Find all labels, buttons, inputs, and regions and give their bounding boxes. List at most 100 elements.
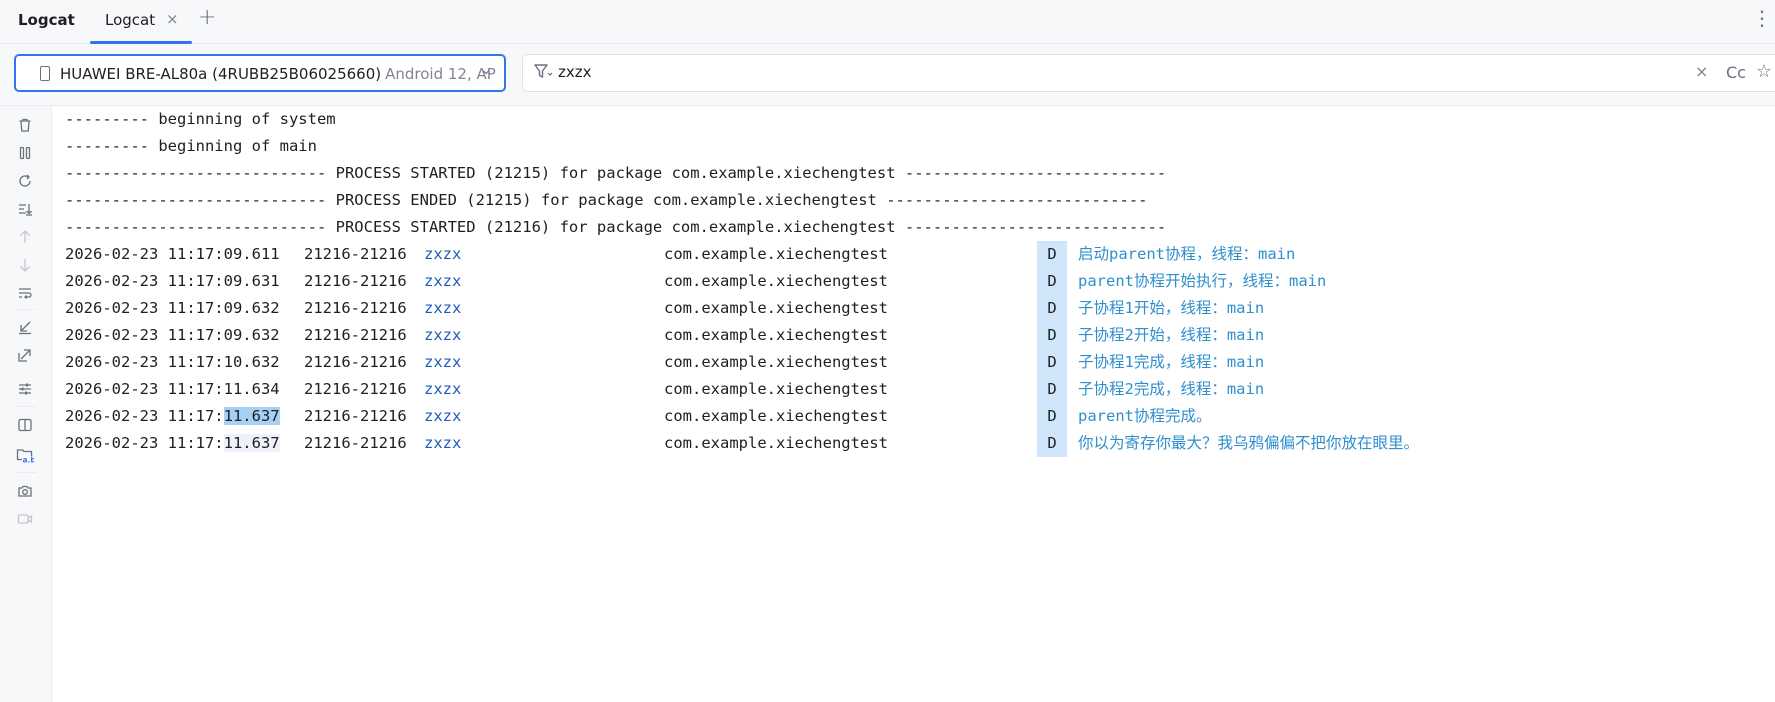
log-header-line: --------- beginning of main xyxy=(65,137,317,155)
log-package: com.example.xiechengtest xyxy=(664,245,888,263)
log-row[interactable]: 2026-02-23 11:17:11.637 21216-21216 zxzx… xyxy=(65,403,1765,430)
log-row[interactable]: 2026-02-23 11:17:10.632 21216-21216 zxzx… xyxy=(65,349,1765,376)
log-pid: 21216-21216 xyxy=(304,434,407,452)
filter-query[interactable]: zxzx xyxy=(558,63,592,81)
log-package: com.example.xiechengtest xyxy=(664,353,888,371)
log-pid: 21216-21216 xyxy=(304,407,407,425)
soft-wrap-icon[interactable] xyxy=(14,282,36,304)
log-timestamp: 2026-02-23 11:17:11.637 xyxy=(65,434,280,452)
sidebar-divider xyxy=(14,406,36,407)
log-message: 子协程2开始，线程：main xyxy=(1078,326,1265,344)
log-level-badge: D xyxy=(1037,403,1067,430)
log-row[interactable]: 2026-02-23 11:17:09.631 21216-21216 zxzx… xyxy=(65,268,1765,295)
log-message: 子协程1完成，线程：main xyxy=(1078,353,1265,371)
log-timestamp: 2026-02-23 11:17:09.611 xyxy=(65,245,280,263)
log-tag: zxzx xyxy=(424,299,462,317)
folder-regex-icon[interactable]: a.b xyxy=(14,444,36,466)
log-tag: zxzx xyxy=(424,380,462,398)
log-header-line: ---------------------------- PROCESS END… xyxy=(65,191,1148,209)
log-tag: zxzx xyxy=(424,245,462,263)
log-level-badge: D xyxy=(1037,376,1067,403)
log-pid: 21216-21216 xyxy=(304,299,407,317)
log-message: 启动parent协程，线程：main xyxy=(1078,245,1296,263)
screen-record-icon[interactable] xyxy=(14,508,36,530)
log-row[interactable]: 2026-02-23 11:17:11.634 21216-21216 zxzx… xyxy=(65,376,1765,403)
tool-window-header: Logcat Logcat × + ⋮ xyxy=(0,0,1775,44)
chevron-down-icon: ⌄ xyxy=(480,62,492,78)
filter-input[interactable]: zxzx × Cc ☆ xyxy=(522,54,1775,92)
log-level-badge: D xyxy=(1037,322,1067,349)
log-tag: zxzx xyxy=(424,353,462,371)
log-message: parent协程开始执行，线程：main xyxy=(1078,272,1327,290)
log-message: parent协程完成。 xyxy=(1078,407,1212,425)
scroll-to-end-icon[interactable] xyxy=(14,198,36,220)
device-selector[interactable]: HUAWEI BRE-AL80a (4RUBB25B06025660) Andro… xyxy=(14,54,506,92)
log-message: 子协程1开始，线程：main xyxy=(1078,299,1265,317)
svg-text:a.b: a.b xyxy=(23,456,35,465)
phone-icon xyxy=(40,66,50,81)
logcat-toolbar: HUAWEI BRE-AL80a (4RUBB25B06025660) Andro… xyxy=(0,44,1775,106)
log-package: com.example.xiechengtest xyxy=(664,380,888,398)
filter-icon[interactable] xyxy=(533,62,553,82)
log-tag: zxzx xyxy=(424,272,462,290)
log-level-badge: D xyxy=(1037,268,1067,295)
split-view-icon[interactable] xyxy=(14,414,36,436)
log-level-badge: D xyxy=(1037,241,1067,268)
tab-label: Logcat xyxy=(105,11,156,29)
restart-icon[interactable] xyxy=(14,170,36,192)
log-pid: 21216-21216 xyxy=(304,353,407,371)
log-package: com.example.xiechengtest xyxy=(664,272,888,290)
down-arrow-icon[interactable] xyxy=(14,254,36,276)
log-header-line: ---------------------------- PROCESS STA… xyxy=(65,218,1167,236)
log-timestamp: 2026-02-23 11:17:09.631 xyxy=(65,272,280,290)
favorite-filter-icon[interactable]: ☆ xyxy=(1756,61,1772,82)
log-timestamp: 2026-02-23 11:17:11.637 xyxy=(65,407,280,425)
import-icon[interactable] xyxy=(14,316,36,338)
screenshot-icon[interactable] xyxy=(14,480,36,502)
log-pid: 21216-21216 xyxy=(304,272,407,290)
device-name: HUAWEI BRE-AL80a (4RUBB25B06025660) xyxy=(60,65,382,83)
log-level-badge: D xyxy=(1037,430,1067,457)
log-package: com.example.xiechengtest xyxy=(664,407,888,425)
log-pid: 21216-21216 xyxy=(304,326,407,344)
pause-icon[interactable] xyxy=(14,142,36,164)
trash-icon[interactable] xyxy=(14,114,36,136)
log-row[interactable]: 2026-02-23 11:17:11.637 21216-21216 zxzx… xyxy=(65,430,1765,457)
up-arrow-icon[interactable] xyxy=(14,226,36,248)
log-output[interactable]: --------- beginning of system --------- … xyxy=(52,106,1775,702)
log-level-badge: D xyxy=(1037,349,1067,376)
log-pid: 21216-21216 xyxy=(304,380,407,398)
device-label: HUAWEI BRE-AL80a (4RUBB25B06025660) Andro… xyxy=(60,65,496,83)
log-timestamp: 2026-02-23 11:17:10.632 xyxy=(65,353,280,371)
log-timestamp: 2026-02-23 11:17:09.632 xyxy=(65,299,280,317)
logcat-side-toolbar: a.b xyxy=(0,106,52,702)
settings-icon[interactable] xyxy=(14,378,36,400)
more-options-icon[interactable]: ⋮ xyxy=(1752,6,1772,30)
sidebar-divider xyxy=(14,472,36,473)
add-tab-icon[interactable]: + xyxy=(198,5,216,30)
log-header-line: --------- beginning of system xyxy=(65,110,336,128)
log-package: com.example.xiechengtest xyxy=(664,299,888,317)
log-timestamp: 2026-02-23 11:17:11.634 xyxy=(65,380,280,398)
log-header-line: ---------------------------- PROCESS STA… xyxy=(65,164,1167,182)
log-tag: zxzx xyxy=(424,326,462,344)
log-pid: 21216-21216 xyxy=(304,245,407,263)
log-timestamp: 2026-02-23 11:17:09.632 xyxy=(65,326,280,344)
clear-filter-icon[interactable]: × xyxy=(1695,62,1708,81)
tab-logcat[interactable]: Logcat × xyxy=(90,0,192,44)
tool-window-title: Logcat xyxy=(18,11,75,29)
log-tag: zxzx xyxy=(424,434,462,452)
selected-text[interactable]: 11.637 xyxy=(223,407,280,425)
match-case-icon[interactable]: Cc xyxy=(1726,63,1746,82)
log-row[interactable]: 2026-02-23 11:17:09.632 21216-21216 zxzx… xyxy=(65,322,1765,349)
log-message: 你以为寄存你最大？我乌鸦偏偏不把你放在眼里。 xyxy=(1078,434,1420,452)
log-level-badge: D xyxy=(1037,295,1067,322)
log-message: 子协程2完成，线程：main xyxy=(1078,380,1265,398)
log-package: com.example.xiechengtest xyxy=(664,434,888,452)
log-row[interactable]: 2026-02-23 11:17:09.611 21216-21216 zxzx… xyxy=(65,241,1765,268)
matched-text: 11.637 xyxy=(223,434,280,452)
close-icon[interactable]: × xyxy=(166,10,179,28)
log-tag: zxzx xyxy=(424,407,462,425)
export-icon[interactable] xyxy=(14,344,36,366)
log-row[interactable]: 2026-02-23 11:17:09.632 21216-21216 zxzx… xyxy=(65,295,1765,322)
